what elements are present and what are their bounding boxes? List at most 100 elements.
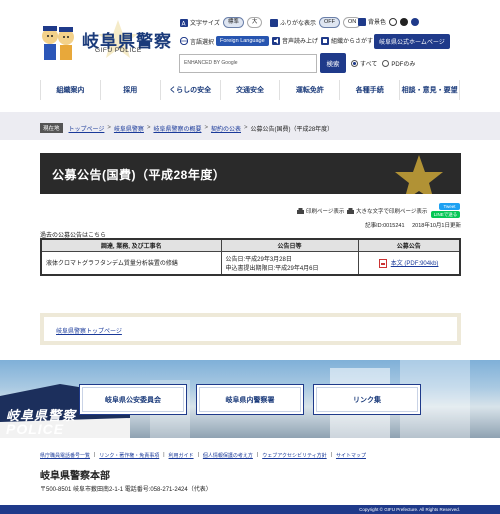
footer-link-copyright[interactable]: リンク・著作権・免責事項 xyxy=(99,452,159,459)
footer-separator: | xyxy=(94,452,96,458)
notice-date: 公告日:平成29年3月28日 xyxy=(225,256,292,263)
pref-home-button[interactable]: 岐阜県公式ホームページ xyxy=(374,34,450,49)
police-stations-button[interactable]: 岐阜県内警察署 xyxy=(196,384,304,415)
footer-link-accessibility[interactable]: ウェブアクセシビリティ方針 xyxy=(262,452,326,459)
nav-item-organization[interactable]: 組織案内 xyxy=(41,80,101,100)
line-share-button[interactable]: LINEで送る xyxy=(431,211,460,218)
bg-color-icon xyxy=(358,17,366,26)
public-safety-commission-button[interactable]: 岐阜県公安委員会 xyxy=(79,384,187,415)
radio-pdf-label: PDFのみ xyxy=(391,62,416,68)
global-nav: 組織案内 採用 くらしの安全 交通安全 運転免許 各種手続 相談・意見・要望 xyxy=(40,80,461,100)
nav-item-safety[interactable]: くらしの安全 xyxy=(161,80,221,100)
bg-white-button[interactable]: 白 xyxy=(389,17,398,26)
furigana-off-button[interactable]: OFF xyxy=(319,17,341,28)
breadcrumb-separator: > xyxy=(204,125,208,131)
organization-icon xyxy=(321,36,329,45)
print-link[interactable]: 印刷ページ表示 xyxy=(297,207,344,215)
breadcrumb: 現在地 トップページ > 岐阜県警察 > 岐阜県警察の概要 > 契約の公表 > … xyxy=(0,112,500,140)
large-print-link[interactable]: 大きな文字で印刷ページ表示 xyxy=(347,207,427,215)
globe-icon xyxy=(180,37,188,45)
mascot-logo-icon[interactable] xyxy=(38,24,78,66)
organization-search-link[interactable]: 組織からさがす xyxy=(321,36,373,45)
links-button[interactable]: リンク集 xyxy=(313,384,421,415)
breadcrumb-link-top[interactable]: トップページ xyxy=(69,124,105,133)
updated-date: 2018年10月1日更新 xyxy=(412,223,461,229)
furigana-icon xyxy=(270,18,278,27)
record-info: 記事ID:0015241 2018年10月1日更新 xyxy=(365,221,461,229)
language-control: 言語選択 Foreign Language xyxy=(180,36,269,46)
speaker-icon xyxy=(272,36,280,45)
site-subtitle: GIFU POLICE xyxy=(95,47,142,54)
large-print-label: 大きな文字で印刷ページ表示 xyxy=(356,209,428,215)
footer-separator: | xyxy=(330,452,332,458)
police-car-text-en: POLICE xyxy=(6,421,65,437)
hq-address: 〒500-8501 岐阜市薮田南2-1-1 電話番号:058-271-2424（… xyxy=(40,487,212,493)
search-input[interactable]: ENHANCED BY Google xyxy=(179,54,317,73)
radio-all[interactable] xyxy=(351,60,358,67)
deadline-date: 申込書提出期限日:平成29年4月6日 xyxy=(225,265,319,272)
bg-color-label: 背景色 xyxy=(368,20,387,26)
tender-file-cell: 本文 (PDF:904kb) xyxy=(357,250,461,276)
table-header-file: 公募公告 xyxy=(357,238,461,252)
breadcrumb-separator: > xyxy=(146,125,151,131)
tweet-button[interactable]: Tweet xyxy=(439,203,460,210)
breadcrumb-link-police[interactable]: 岐阜県警察 xyxy=(114,124,144,133)
voice-reader-link[interactable]: 音声読み上げ xyxy=(272,36,318,45)
table-header-row: 調達, 業務, 及び工事名 公告日等 公募公告 xyxy=(40,238,461,252)
pdf-icon xyxy=(379,258,388,268)
footer-link-guide[interactable]: 利用ガイド xyxy=(169,452,194,459)
font-size-control: A 文字サイズ 標準 大 xyxy=(180,17,263,28)
site-header: 岐阜県警察 GIFU POLICE A 文字サイズ 標準 大 ふりがな表示 OF… xyxy=(0,0,500,78)
table-row: 液体クロマトグラフタンデム質量分析装置の修繕 公告日:平成29年3月28日 申込… xyxy=(40,250,461,276)
page-title: 公募公告(国費)（平成28年度） xyxy=(52,168,226,182)
footer-link-phone-list[interactable]: 県庁職員電話番号一覧 xyxy=(40,452,90,459)
breadcrumb-tag: 現在地 xyxy=(40,123,63,133)
nav-item-recruit[interactable]: 採用 xyxy=(101,80,161,100)
font-size-standard-button[interactable]: 標準 xyxy=(222,17,244,28)
nav-item-procedures[interactable]: 各種手続 xyxy=(340,80,401,100)
table-header-date: 公告日等 xyxy=(220,238,359,252)
breadcrumb-separator: > xyxy=(107,125,111,131)
breadcrumb-link-overview[interactable]: 岐阜県警察の概要 xyxy=(153,124,201,133)
copyright-bar: Copyright © GIFU Prefecture. All Rights … xyxy=(0,505,500,514)
furigana-control: ふりがな表示 OFF ON xyxy=(270,17,362,28)
table-header-name: 調達, 業務, 及び工事名 xyxy=(40,238,222,252)
breadcrumb-link-contracts[interactable]: 契約の公表 xyxy=(211,124,241,133)
breadcrumb-separator: > xyxy=(244,125,248,131)
font-size-icon: A xyxy=(180,18,188,27)
search-button[interactable]: 検索 xyxy=(320,53,346,73)
breadcrumb-current: 公募公告(国費)（平成28年度） xyxy=(250,126,334,133)
bg-black-button[interactable]: 黒 xyxy=(400,17,409,26)
language-label: 言語選択 xyxy=(190,39,215,46)
tender-name: 液体クロマトグラフタンデム質量分析装置の修繕 xyxy=(40,250,222,276)
page-title-band: 公募公告(国費)（平成28年度） xyxy=(40,153,461,194)
bg-blue-button[interactable]: 青 xyxy=(411,17,420,26)
footer-links: 県庁職員電話番号一覧 | リンク・著作権・免責事項 | 利用ガイド | 個人情報… xyxy=(40,452,366,459)
nav-item-license[interactable]: 運転免許 xyxy=(280,80,341,100)
footer-separator: | xyxy=(163,452,165,458)
furigana-label: ふりがな表示 xyxy=(280,21,317,27)
tender-table: 調達, 業務, 及び工事名 公告日等 公募公告 液体クロマトグラフタンデム質量分… xyxy=(40,238,461,276)
printer-icon xyxy=(347,207,354,214)
police-top-link[interactable]: 岐阜県警察トップページ xyxy=(56,326,122,335)
voice-reader-label: 音声読み上げ xyxy=(282,39,319,45)
copyright-text: Copyright © GIFU Prefecture. All Rights … xyxy=(359,507,460,512)
footer-link-privacy[interactable]: 個人情報保護の考え方 xyxy=(203,452,253,459)
footer-separator: | xyxy=(256,452,259,458)
font-size-label: 文字サイズ xyxy=(190,21,220,27)
pdf-download-link[interactable]: 本文 (PDF:904kb) xyxy=(391,261,439,267)
organization-label: 組織からさがす xyxy=(331,39,374,45)
tender-dates: 公告日:平成29年3月28日 申込書提出期限日:平成29年4月6日 xyxy=(220,250,359,276)
radio-pdf[interactable] xyxy=(382,60,390,67)
police-emblem-icon xyxy=(395,155,443,194)
footer-link-sitemap[interactable]: サイトマップ xyxy=(336,452,366,459)
foreign-language-button[interactable]: Foreign Language xyxy=(216,36,269,46)
nav-item-traffic[interactable]: 交通安全 xyxy=(221,80,281,100)
nav-item-consultation[interactable]: 相談・意見・要望 xyxy=(400,80,461,100)
hq-name: 岐阜県警察本部 xyxy=(40,471,110,482)
record-id: 記事ID:0015241 xyxy=(365,223,405,229)
font-size-large-button[interactable]: 大 xyxy=(246,17,263,28)
bg-color-control: 背景色 白 黒 青 xyxy=(358,17,421,26)
search-scope: すべて PDFのみ xyxy=(351,59,415,68)
radio-all-label: すべて xyxy=(360,62,378,68)
